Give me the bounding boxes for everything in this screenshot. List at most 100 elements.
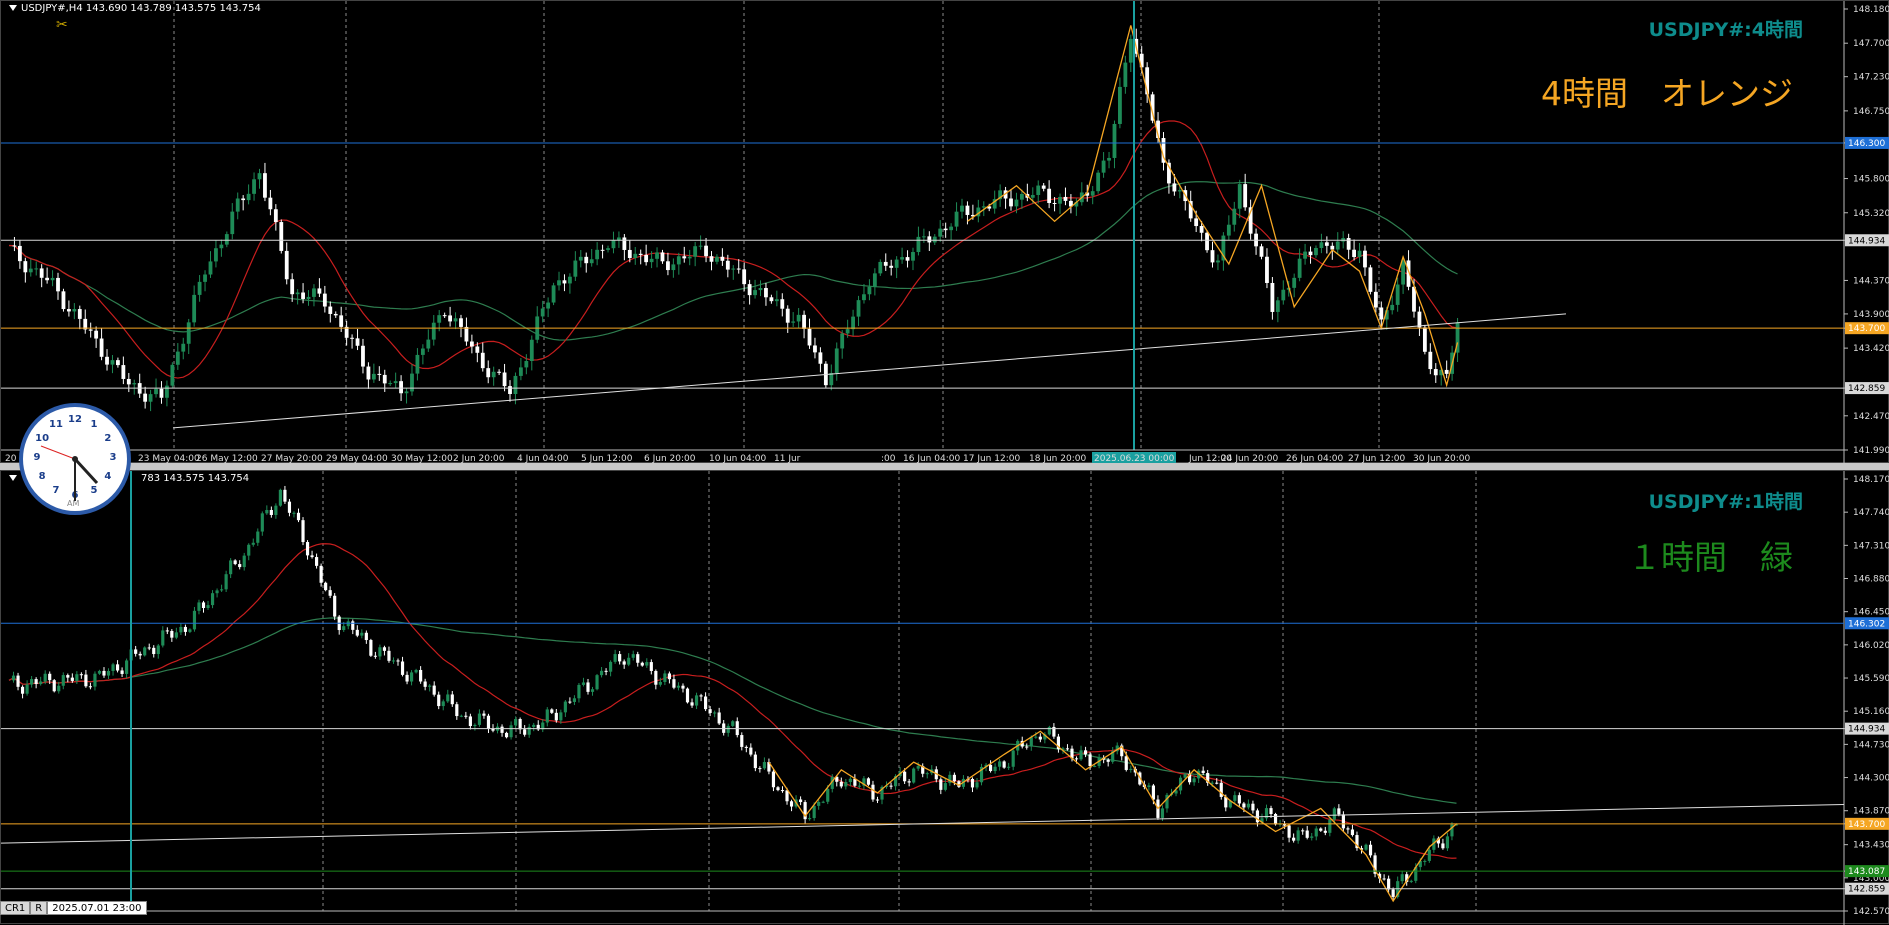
- candle-body: [11, 675, 16, 681]
- candle-body: [455, 704, 459, 717]
- candle-body: [518, 367, 523, 376]
- candle-body: [437, 694, 441, 707]
- candle-body: [1319, 242, 1324, 249]
- candle-body: [97, 670, 102, 674]
- candle-body: [780, 299, 785, 309]
- candle-body: [1297, 258, 1302, 278]
- analog-clock-widget[interactable]: AM 121234567891011: [19, 403, 131, 515]
- candle-body: [894, 259, 899, 268]
- candle-body: [295, 292, 300, 295]
- candle-body: [785, 790, 789, 802]
- candle-body: [640, 662, 644, 666]
- candle-body: [796, 314, 801, 322]
- candle-body: [197, 281, 202, 295]
- candle-body: [1357, 250, 1362, 258]
- h1-label: １時間 緑: [1628, 538, 1793, 577]
- candle-body: [134, 649, 138, 654]
- candle-body: [165, 630, 169, 632]
- candle-body: [1368, 267, 1373, 292]
- candle-body: [93, 673, 97, 687]
- price-tick-label: 143.430: [1853, 841, 1889, 851]
- candle-body: [441, 701, 445, 707]
- candle-body: [938, 228, 943, 237]
- collapse-icon[interactable]: [9, 475, 17, 481]
- candle-body: [426, 339, 431, 349]
- candle-body: [753, 290, 757, 296]
- candle-body: [1387, 878, 1391, 890]
- clock-second-hand: [40, 445, 76, 460]
- candle-body: [1160, 808, 1165, 818]
- candle-body: [557, 280, 561, 286]
- candle-body: [1292, 837, 1296, 841]
- candle-body: [905, 257, 910, 261]
- zigzag-line: [967, 25, 1459, 388]
- candle-body: [1151, 785, 1155, 800]
- price-tick-label: 143.420: [1853, 344, 1889, 354]
- candle-body: [312, 288, 316, 297]
- h4-chart-pane[interactable]: 148.180 147.700 147.230 146.750 146.300 145.8…: [0, 0, 1889, 464]
- candle-body: [573, 260, 578, 277]
- candle-body: [350, 337, 354, 339]
- candle-body: [627, 249, 632, 259]
- candle-body: [301, 292, 305, 299]
- candle-body: [290, 279, 295, 295]
- candle-body: [148, 394, 153, 402]
- candle-body: [28, 268, 33, 273]
- candle-body: [1350, 829, 1355, 836]
- candle-body: [559, 712, 563, 721]
- candle-body: [333, 595, 337, 617]
- candle-body: [949, 226, 954, 231]
- candle-body: [848, 778, 852, 783]
- candle-body: [1445, 836, 1450, 849]
- candle-body: [468, 716, 472, 727]
- candle-body: [382, 374, 387, 384]
- candle-body: [1292, 277, 1297, 288]
- candle-body: [52, 680, 56, 692]
- h1-chart-canvas[interactable]: 148.170 147.740 147.310 146.880 146.450 146.0…: [1, 471, 1889, 925]
- candle-body: [1423, 860, 1427, 862]
- candle-body: [1303, 251, 1307, 259]
- candle-body: [72, 309, 77, 312]
- candle-body: [586, 682, 590, 692]
- candle-body: [186, 322, 191, 344]
- candle-body: [1107, 157, 1111, 161]
- candle-body: [333, 313, 338, 316]
- candle-body: [1118, 86, 1122, 124]
- candle-body: [497, 371, 502, 373]
- candle-body: [1199, 226, 1204, 233]
- candle-body: [246, 193, 251, 201]
- candle-body: [789, 801, 794, 807]
- candle-body: [663, 673, 667, 682]
- expert-advisor-icon[interactable]: ✂: [56, 17, 68, 33]
- status-cell-2[interactable]: R: [30, 901, 48, 915]
- candle-body: [633, 253, 638, 259]
- candle-body: [1400, 874, 1404, 882]
- candle-body: [774, 299, 779, 302]
- collapse-icon[interactable]: [9, 5, 17, 11]
- candle-body: [802, 314, 806, 329]
- candle-body: [382, 647, 387, 651]
- candle-body: [181, 343, 186, 352]
- candle-body: [1233, 795, 1237, 801]
- candle-body: [88, 686, 93, 688]
- candle-body: [414, 669, 418, 673]
- candle-body: [229, 560, 233, 575]
- candle-body: [1002, 761, 1006, 768]
- candle-body: [1379, 307, 1384, 320]
- price-tick-label: 146.450: [1853, 608, 1889, 618]
- candle-body: [279, 222, 284, 251]
- candle-body: [1106, 759, 1110, 762]
- candle-body: [165, 385, 169, 398]
- pane-divider[interactable]: [0, 463, 1889, 470]
- candle-body: [1265, 256, 1269, 283]
- h1-chart-pane[interactable]: 148.170 147.740 147.310 146.880 146.450 146.0…: [0, 470, 1889, 925]
- candle-body: [813, 345, 817, 353]
- candle-body: [34, 679, 38, 685]
- candle-body: [486, 715, 491, 729]
- candle-body: [812, 805, 816, 819]
- candle-body: [769, 297, 774, 302]
- status-cell-1[interactable]: CR1: [0, 901, 31, 915]
- candle-body: [589, 259, 594, 264]
- candle-body: [1242, 803, 1246, 808]
- price-tick-label: 144.730: [1853, 740, 1889, 750]
